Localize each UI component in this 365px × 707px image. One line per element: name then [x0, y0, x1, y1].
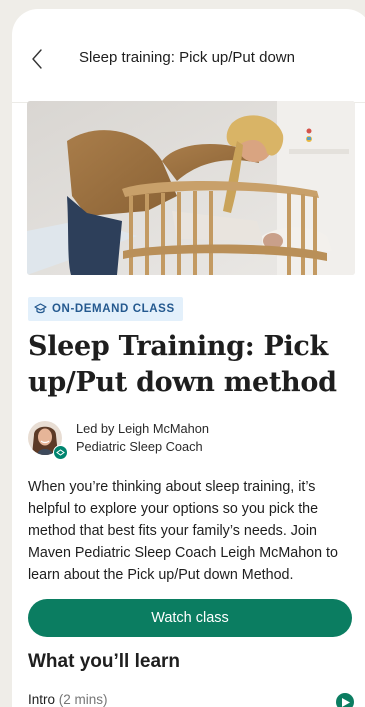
badge-label: ON-DEMAND CLASS: [52, 303, 175, 315]
lesson-duration: (2 mins): [58, 692, 108, 707]
play-lesson-button[interactable]: [336, 693, 354, 707]
chevron-left-icon: [32, 49, 42, 69]
provider-icon: [56, 449, 65, 456]
watch-class-button[interactable]: Watch class: [28, 599, 352, 637]
back-button[interactable]: [28, 47, 48, 71]
graduation-cap-icon: [34, 303, 47, 314]
hero-photo: [27, 101, 355, 275]
coach-role: Pediatric Sleep Coach: [76, 439, 203, 454]
coach-name: Led by Leigh McMahon: [76, 421, 210, 436]
class-detail-card: Sleep training: Pick up/Put down ON-DEMA…: [12, 9, 365, 707]
class-hero-image: [27, 101, 355, 275]
coach-info: Led by Leigh McMahon Pediatric Sleep Coa…: [28, 420, 348, 460]
top-bar: Sleep training: Pick up/Put down: [12, 9, 365, 103]
page-title: Sleep training: Pick up/Put down: [79, 49, 295, 66]
class-description: When you’re thinking about sleep trainin…: [28, 479, 338, 583]
on-demand-class-badge: ON-DEMAND CLASS: [28, 297, 183, 321]
lesson-item[interactable]: Intro (2 mins): [28, 692, 358, 707]
lesson-name: Intro: [28, 692, 56, 707]
learn-section-heading: What you’ll learn: [28, 651, 181, 672]
coach-text: Led by Leigh McMahon Pediatric Sleep Coa…: [76, 420, 209, 456]
coach-verified-badge: [53, 445, 68, 460]
play-icon: [342, 697, 350, 707]
class-title: Sleep Training: Pick up/Put down method: [28, 331, 337, 398]
